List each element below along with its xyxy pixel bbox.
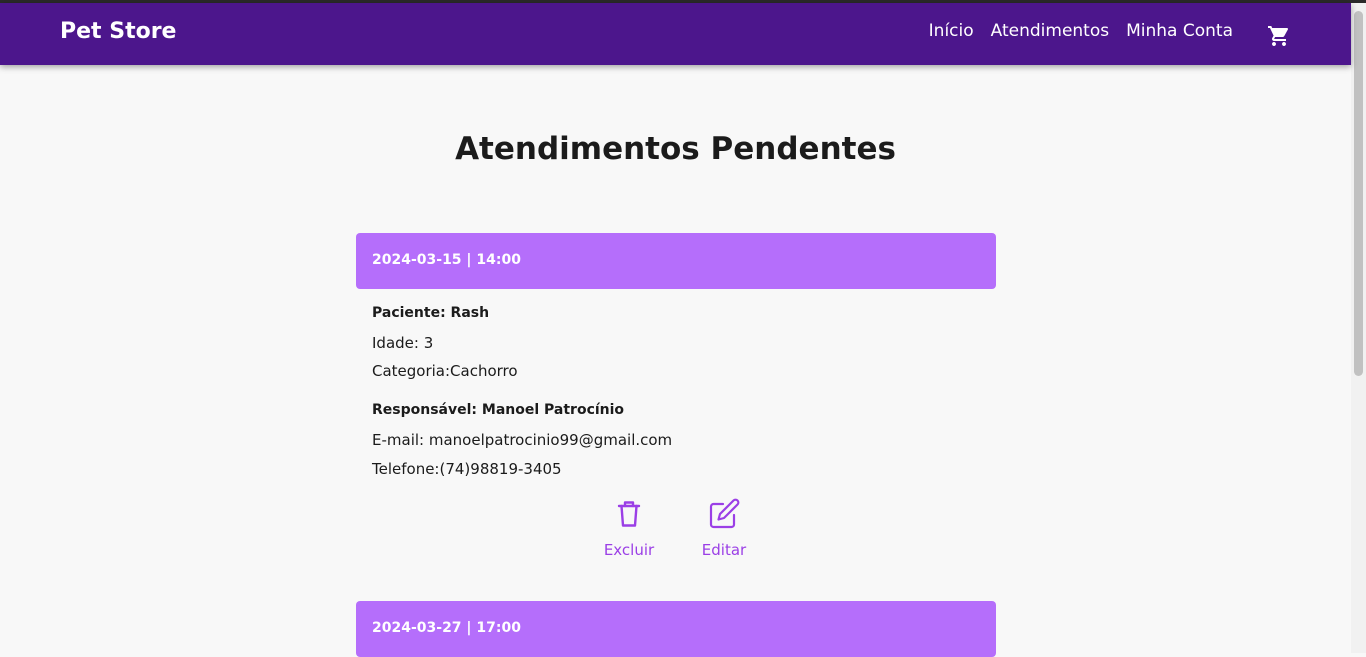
appointment-header: 2024-03-15 | 14:00 — [356, 233, 996, 289]
delete-button[interactable]: Excluir — [589, 497, 669, 559]
nav-link-minha-conta[interactable]: Minha Conta — [1126, 21, 1233, 41]
trash-icon — [617, 501, 641, 527]
owner-email: E-mail: manoelpatrocinio99@gmail.com — [372, 431, 673, 449]
delete-label: Excluir — [603, 541, 655, 559]
scrollbar-thumb[interactable] — [1354, 11, 1363, 376]
appointment-datetime: 2024-03-27 | 17:00 — [372, 620, 521, 636]
appointment-header: 2024-03-27 | 17:00 — [356, 601, 996, 657]
patient-name: Paciente: Rash — [372, 305, 490, 321]
nav-link-inicio[interactable]: Início — [929, 21, 974, 41]
nav-links: Início Atendimentos Minha Conta — [929, 21, 1233, 41]
cart-icon[interactable] — [1267, 24, 1291, 48]
page-title: Atendimentos Pendentes — [455, 131, 896, 167]
edit-button[interactable]: Editar — [684, 497, 764, 559]
owner-name: Responsável: Manoel Patrocínio — [372, 402, 625, 418]
edit-icon — [709, 498, 740, 529]
edit-label: Editar — [701, 541, 747, 559]
patient-category: Categoria:Cachorro — [372, 362, 518, 380]
brand-logo[interactable]: Pet Store — [60, 19, 176, 44]
appointment-datetime: 2024-03-15 | 14:00 — [372, 252, 521, 268]
owner-phone: Telefone:(74)98819-3405 — [372, 460, 562, 478]
nav-link-atendimentos[interactable]: Atendimentos — [991, 21, 1109, 41]
page-scrollbar[interactable] — [1351, 3, 1366, 653]
patient-age: Idade: 3 — [372, 334, 434, 352]
navbar: Pet Store Início Atendimentos Minha Cont… — [0, 3, 1351, 65]
